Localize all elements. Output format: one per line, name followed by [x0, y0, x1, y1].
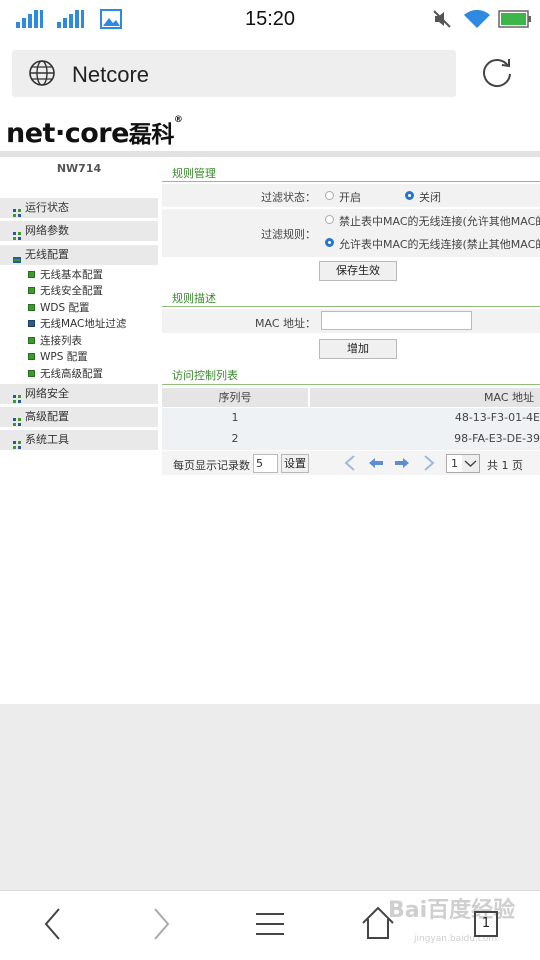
- registered-mark: ®: [173, 115, 183, 125]
- grid-icon: [13, 436, 21, 449]
- sidebar-item-network[interactable]: 网络参数: [0, 221, 158, 241]
- sidebar-item-label: 系统工具: [25, 433, 69, 446]
- radio-status-off[interactable]: [405, 191, 414, 200]
- grid-icon: [13, 413, 21, 426]
- cell-mac: 98-FA-E3-DE-39: [454, 432, 540, 445]
- sidebar-sub-item-selected[interactable]: 无线MAC地址过滤: [28, 316, 158, 332]
- tabs-count: 1: [481, 916, 491, 931]
- filter-rule-label: 过滤规则：: [261, 228, 316, 241]
- bullet-icon: [28, 304, 35, 311]
- menu-icon[interactable]: [254, 910, 286, 938]
- mac-input[interactable]: [321, 311, 472, 330]
- per-page-input[interactable]: 5: [253, 454, 278, 473]
- sidebar-item-status[interactable]: 运行状态: [0, 198, 158, 218]
- column-header-mac: MAC 地址: [310, 388, 540, 407]
- bullet-icon: [28, 320, 35, 327]
- rule-allow-label: 允许表中MAC的无线连接(禁止其他MAC的: [339, 238, 540, 251]
- logo-cn: 磊科: [128, 122, 175, 148]
- chevron-down-icon: [462, 455, 479, 472]
- radio-status-on[interactable]: [325, 191, 334, 200]
- sidebar-item-advanced[interactable]: 高级配置: [0, 407, 158, 427]
- status-on-label: 开启: [339, 191, 361, 204]
- sidebar-item-label: 网络参数: [25, 224, 69, 237]
- page-select-value: 1: [451, 457, 458, 470]
- sidebar-sub-item[interactable]: 无线高级配置: [28, 366, 158, 382]
- sidebar-item-label: 运行状态: [25, 201, 69, 214]
- cell-index: 2: [231, 432, 239, 445]
- bullet-icon: [28, 353, 35, 360]
- last-page-icon[interactable]: [422, 455, 436, 471]
- per-page-label: 每页显示记录数: [173, 459, 250, 472]
- save-button[interactable]: 保存生效: [319, 261, 397, 281]
- logo-text: net·core: [6, 118, 129, 149]
- total-pages-label: 共 1 页: [487, 459, 523, 472]
- section-title-desc: 规则描述: [172, 292, 216, 305]
- mute-icon: [433, 10, 451, 28]
- page-footer: [0, 667, 540, 704]
- model-name: NW714: [56, 162, 102, 175]
- filter-status-label: 过滤状态：: [261, 191, 316, 204]
- sidebar-sub-item[interactable]: 无线基本配置: [28, 267, 158, 283]
- sidebar-sub-item[interactable]: 连接列表: [28, 333, 158, 349]
- blank-area: [0, 704, 540, 890]
- status-bar: 15:20: [0, 0, 540, 40]
- grid-icon: [13, 204, 21, 217]
- tabs-button[interactable]: 1: [474, 911, 498, 937]
- sidebar-item-security[interactable]: 网络安全: [0, 384, 158, 404]
- back-icon[interactable]: [40, 905, 66, 943]
- sidebar-item-label: 网络安全: [25, 387, 69, 400]
- column-header-index: 序列号: [162, 388, 308, 407]
- mac-label: MAC 地址：: [255, 317, 316, 330]
- brand-logo: net·core磊科®: [6, 115, 183, 149]
- sidebar-item-label: 无线配置: [25, 248, 69, 261]
- bullet-icon: [28, 370, 35, 377]
- minus-icon: [13, 251, 21, 263]
- sidebar-item-tools[interactable]: 系统工具: [0, 430, 158, 450]
- page-select[interactable]: 1: [446, 454, 480, 473]
- rule-deny-label: 禁止表中MAC的无线连接(允许其他MAC的: [339, 215, 540, 228]
- battery-icon: [498, 10, 531, 28]
- cell-mac: 48-13-F3-01-4E: [454, 411, 540, 424]
- section-title-acl: 访问控制列表: [172, 369, 238, 382]
- grid-icon: [13, 227, 21, 240]
- sidebar-item-wireless[interactable]: 无线配置: [0, 245, 158, 265]
- add-button[interactable]: 增加: [319, 339, 397, 359]
- sidebar-sub-item[interactable]: WDS 配置: [28, 300, 158, 316]
- reload-icon[interactable]: [480, 56, 514, 90]
- grid-icon: [13, 390, 21, 403]
- section-divider: [162, 181, 540, 182]
- section-divider: [162, 384, 540, 385]
- radio-rule-allow[interactable]: [325, 238, 334, 247]
- status-off-label: 关闭: [419, 191, 441, 204]
- globe-icon: [29, 60, 55, 86]
- forward-icon[interactable]: [148, 905, 174, 943]
- address-bar[interactable]: Netcore: [12, 50, 456, 97]
- prev-page-icon[interactable]: [368, 457, 384, 469]
- next-page-icon[interactable]: [394, 457, 410, 469]
- wifi-icon: [464, 9, 490, 28]
- radio-rule-deny[interactable]: [325, 215, 334, 224]
- sidebar-sub-item[interactable]: 无线安全配置: [28, 283, 158, 299]
- sidebar-item-label: 高级配置: [25, 410, 69, 423]
- bullet-icon: [28, 337, 35, 344]
- cell-index: 1: [231, 411, 239, 424]
- bullet-icon: [28, 287, 35, 294]
- set-button[interactable]: 设置: [281, 454, 309, 473]
- bullet-icon: [28, 271, 35, 278]
- clock: 15:20: [244, 8, 296, 30]
- section-divider: [162, 306, 540, 307]
- first-page-icon[interactable]: [343, 455, 357, 471]
- sidebar-sub-item[interactable]: WPS 配置: [28, 349, 158, 365]
- address-text: Netcore: [72, 62, 150, 87]
- section-title-rules: 规则管理: [172, 167, 216, 180]
